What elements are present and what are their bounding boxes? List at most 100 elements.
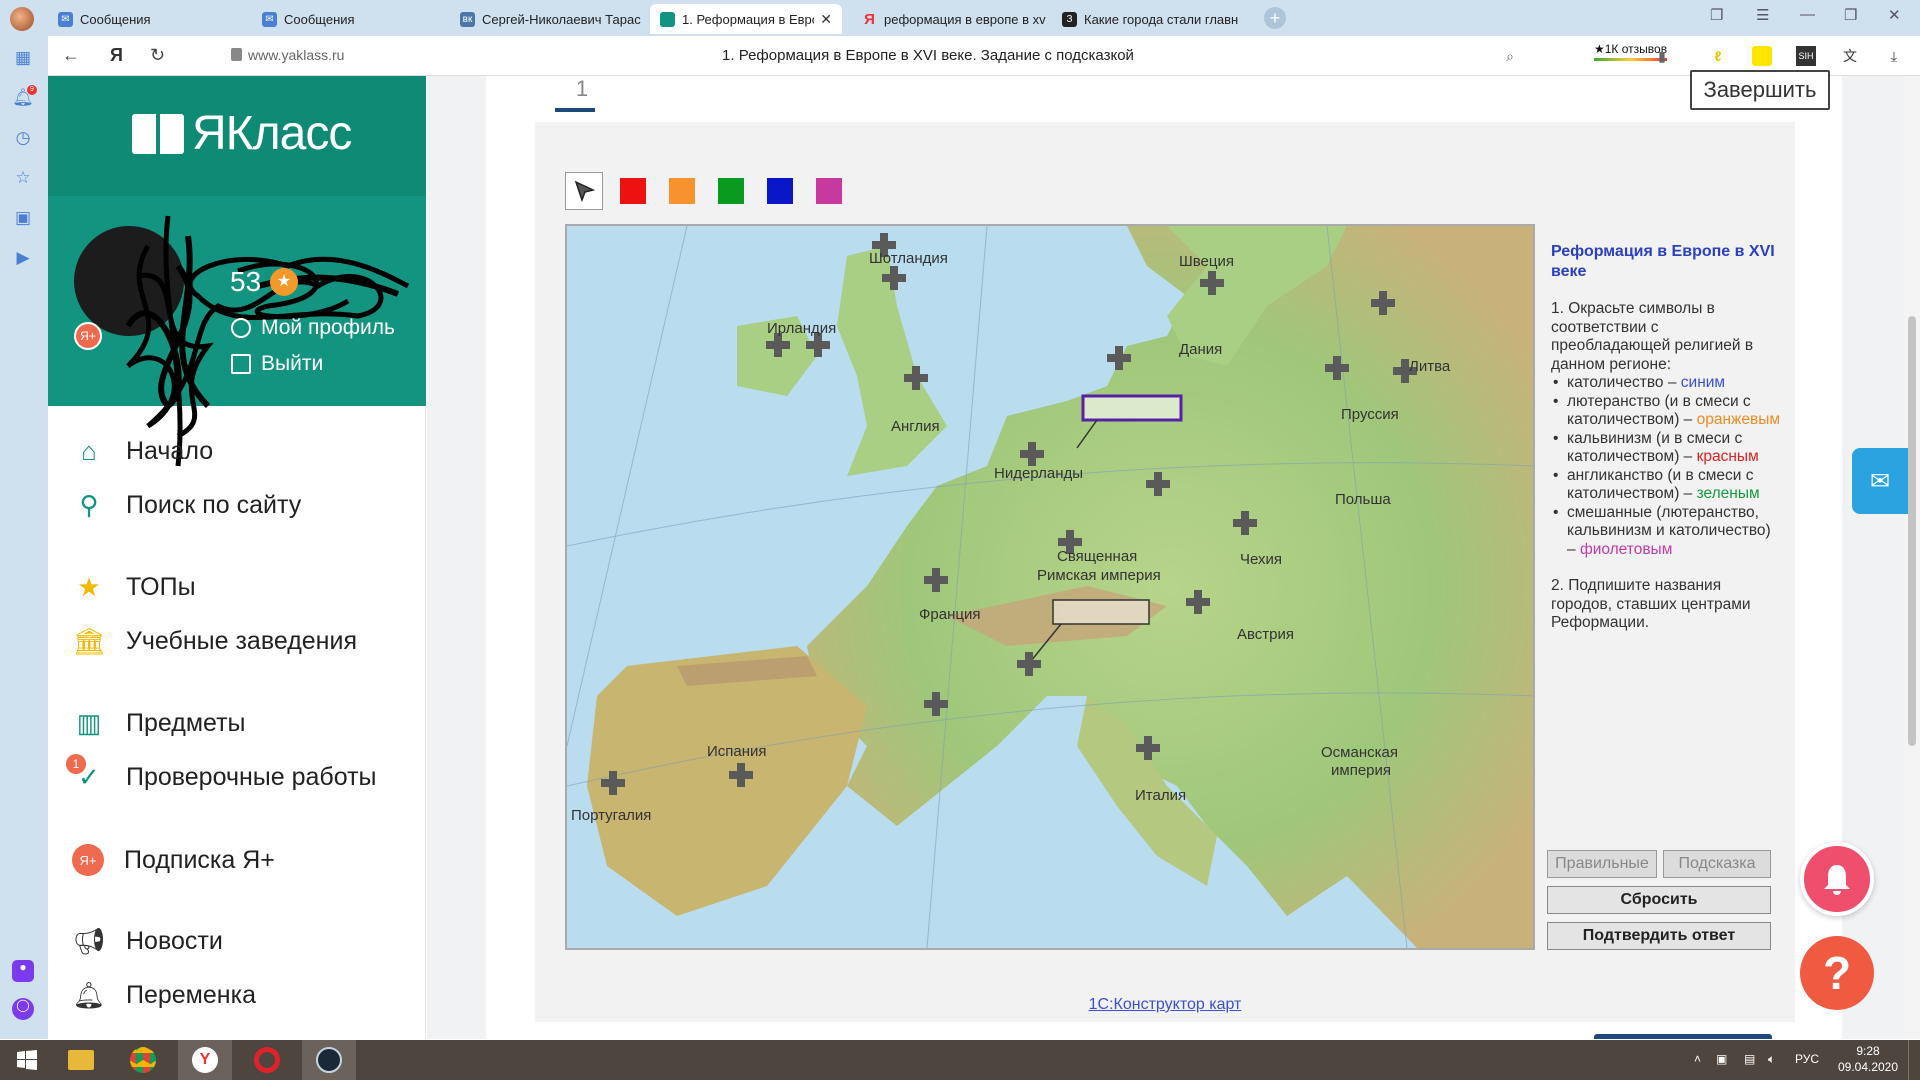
help-button[interactable]: ?	[1800, 936, 1874, 1010]
sidebar-item-search[interactable]: ⚲ Поиск по сайту	[72, 490, 301, 520]
new-tab-button[interactable]: +	[1264, 7, 1286, 29]
chrome-button[interactable]	[116, 1040, 170, 1080]
city-answer-box[interactable]	[1052, 599, 1150, 625]
wifi-icon[interactable]: ▤	[1744, 1052, 1755, 1066]
language-indicator[interactable]: РУС	[1795, 1052, 1819, 1066]
show-desktop-button[interactable]	[1908, 1040, 1920, 1080]
yaklass-logo[interactable]: ЯКласс	[132, 106, 352, 161]
page-scrollbar[interactable]	[1904, 76, 1920, 1039]
tray-expand-icon[interactable]: ˄	[1694, 1052, 1701, 1066]
map-label-prussia: Пруссия	[1341, 406, 1399, 423]
clock[interactable]: 9:28 09.04.2020	[1836, 1043, 1900, 1075]
notifications-button[interactable]	[1800, 842, 1874, 916]
extension-icon[interactable]: ℓ	[1708, 46, 1728, 66]
correct-answers-button[interactable]: Правильные	[1547, 850, 1657, 878]
yandex-home-icon[interactable]: Я	[110, 45, 123, 66]
sidebar-item-news[interactable]: 📢︎ Новости	[72, 926, 222, 956]
bookmark-icon[interactable]: ▮	[1652, 46, 1672, 66]
url-field[interactable]: www.yaklass.ru	[248, 47, 344, 63]
scrollbar-thumb[interactable]	[1908, 316, 1916, 746]
color-violet[interactable]	[810, 172, 848, 210]
profile-link[interactable]: Мой профиль	[231, 316, 395, 340]
close-window-icon[interactable]: ✕	[1888, 6, 1901, 24]
sidebar-item-tests[interactable]: ✓ 1 Проверочные работы	[66, 754, 377, 792]
color-blue[interactable]	[761, 172, 799, 210]
close-icon[interactable]: ✕	[820, 11, 832, 28]
color-green[interactable]	[712, 172, 750, 210]
tab-messages-2[interactable]: ✉ Сообщения	[252, 4, 442, 34]
network-icon[interactable]: ▣	[1716, 1052, 1727, 1066]
star-icon: ★	[77, 571, 101, 602]
extension-icon[interactable]: SIH	[1796, 46, 1816, 66]
europe-map[interactable]: Шотландия Ирландия Швеция Дания Литва Пр…	[565, 224, 1535, 950]
site-sidebar: ЯКласс Я+ 53 ★ Мой профиль Выйти ⌂ Начал…	[48, 76, 426, 1039]
map-label-poland: Польша	[1335, 491, 1391, 508]
yandex-icon: Y	[192, 1047, 218, 1073]
browser-profile-avatar[interactable]	[10, 7, 34, 31]
confirm-answer-button[interactable]: Подтвердить ответ	[1547, 922, 1771, 950]
sidebar-item-schools[interactable]: 🏛︎ Учебные заведения	[72, 626, 357, 656]
main-content: 1 Завершить Шотландия Ирландия Швеция Да…	[427, 70, 1920, 1039]
video-icon[interactable]: ▶	[12, 248, 34, 270]
messenger-icon[interactable]: ●	[12, 960, 34, 982]
yaplus-icon: Я+	[72, 844, 104, 876]
legend-title: Реформация в Европе в XVI веке	[1551, 243, 1775, 280]
violet-swatch	[816, 178, 842, 204]
apps-grid-icon[interactable]: ▦	[12, 48, 34, 70]
reload-icon[interactable]: ↻	[150, 45, 165, 66]
sidebar-item-home[interactable]: ⌂ Начало	[72, 436, 213, 466]
hint-button[interactable]: Подсказка	[1663, 850, 1771, 878]
tab-yandex-search[interactable]: Я реформация в европе в хv	[852, 4, 1052, 34]
sidebar-item-subscription[interactable]: Я+ Подписка Я+	[72, 844, 275, 876]
menu-icon[interactable]: ☰	[1756, 6, 1769, 24]
notifications-icon[interactable]: 🔔︎ 9	[12, 85, 37, 110]
city-answer-box[interactable]	[1081, 394, 1183, 422]
bell-icon	[1824, 865, 1850, 895]
tab-yaklass-active[interactable]: 1. Реформация в Европе ✕	[650, 4, 842, 34]
check-icon: ✓ 1	[66, 754, 106, 792]
start-button[interactable]	[0, 1040, 54, 1080]
sidebar-item-break[interactable]: 🔔︎ Переменка	[72, 980, 255, 1010]
back-icon[interactable]: ←	[62, 45, 80, 66]
lock-icon	[231, 48, 242, 61]
volume-icon[interactable]: 🔈︎	[1768, 1052, 1775, 1067]
chat-icon: ✉	[262, 11, 277, 27]
question-number[interactable]: 1	[562, 76, 602, 102]
yandex-browser-button[interactable]: Y	[178, 1040, 232, 1080]
book-icon	[132, 113, 184, 154]
tab-znanija[interactable]: З Какие города стали главн	[1052, 4, 1252, 34]
windows-icon	[17, 1050, 37, 1070]
tab-manager-icon[interactable]: ❐	[1710, 6, 1723, 24]
tab-messages-1[interactable]: ✉ Сообщения	[48, 4, 248, 34]
home-icon: ⌂	[81, 435, 97, 466]
browser-tab-strip: ✉ Сообщения ✉ Сообщения вк Сергей-Никола…	[0, 0, 1920, 36]
feedback-mail-button[interactable]: ✉	[1852, 448, 1908, 514]
color-orange[interactable]	[663, 172, 701, 210]
translate-icon[interactable]: 文	[1840, 46, 1860, 66]
favorites-icon[interactable]: ☆	[12, 168, 34, 190]
reset-button[interactable]: Сбросить	[1547, 886, 1771, 914]
tab-vk-profile[interactable]: вк Сергей-Николаевич Тарас	[450, 4, 650, 34]
alice-icon[interactable]: ◯	[12, 998, 34, 1020]
finish-button[interactable]: Завершить	[1690, 70, 1830, 110]
map-constructor-link[interactable]: 1С:Конструктор карт	[535, 996, 1795, 1014]
collections-icon[interactable]: ▣	[12, 208, 34, 230]
extension-icon[interactable]	[1752, 46, 1772, 66]
file-explorer-button[interactable]	[54, 1040, 108, 1080]
restore-icon[interactable]: ❐	[1844, 6, 1857, 24]
cursor-tool[interactable]	[565, 172, 603, 210]
minimize-icon[interactable]: —	[1800, 6, 1815, 23]
map-label-lithuania: Литва	[1409, 358, 1451, 375]
download-icon[interactable]: ⤓	[1884, 46, 1904, 66]
sidebar-item-subjects[interactable]: ▥ Предметы	[72, 708, 246, 738]
logout-link[interactable]: Выйти	[231, 352, 323, 376]
search-icon[interactable]: ⌕	[1500, 46, 1520, 66]
steam-button[interactable]	[302, 1040, 356, 1080]
tab-label: Сообщения	[284, 11, 355, 27]
color-red[interactable]	[614, 172, 652, 210]
history-icon[interactable]: ◷	[12, 128, 34, 150]
opera-icon	[254, 1047, 280, 1073]
opera-button[interactable]	[240, 1040, 294, 1080]
sidebar-item-tops[interactable]: ★ ТОПы	[72, 571, 195, 602]
map-label-ottoman-1: Османская	[1321, 744, 1398, 761]
